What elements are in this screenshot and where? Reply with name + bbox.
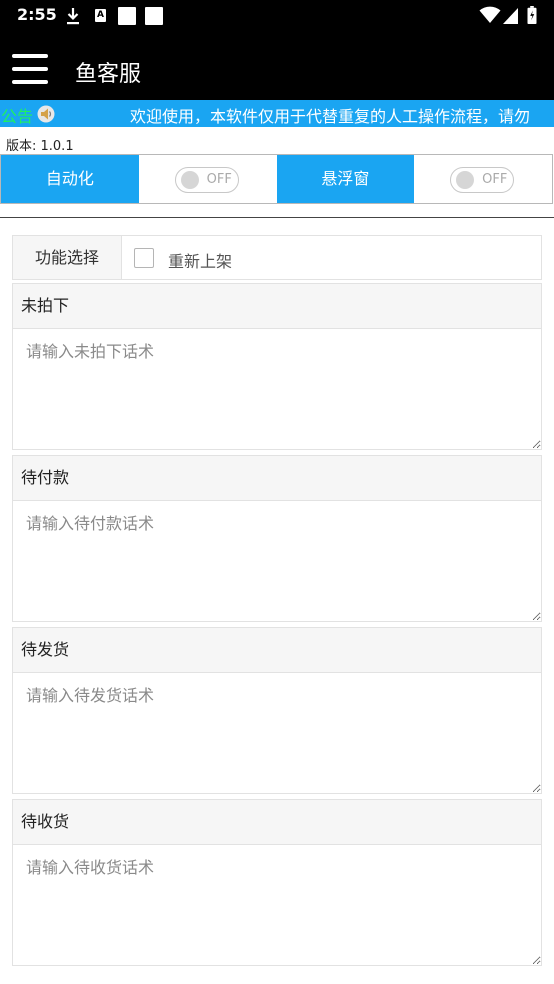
function-select-label: 功能选择 xyxy=(13,236,122,279)
function-select-row: 功能选择 重新上架 xyxy=(12,235,542,280)
divider xyxy=(0,217,554,218)
speaker-icon xyxy=(37,105,55,123)
floating-window-switch[interactable]: OFF xyxy=(450,167,515,193)
notice-label: 公告 xyxy=(1,107,34,126)
pending-shipment-script-input[interactable] xyxy=(13,673,541,793)
app-bar: 鱼客服 xyxy=(0,32,554,100)
wifi-icon xyxy=(479,6,501,23)
notice-bar: 公告 欢迎使用，本软件仅用于代替重复的人工操作流程，请勿 xyxy=(0,100,554,127)
notice-text: 欢迎使用，本软件仅用于代替重复的人工操作流程，请勿 xyxy=(130,107,531,126)
section-title: 待收货 xyxy=(13,800,541,845)
download-icon xyxy=(67,8,79,25)
switch-knob xyxy=(180,171,199,189)
automation-label: 自动化 xyxy=(1,155,139,203)
signal-icon xyxy=(503,8,518,24)
relist-checkbox[interactable] xyxy=(134,248,154,268)
section-title: 待付款 xyxy=(13,456,541,501)
section-pending-payment: 待付款 xyxy=(12,455,542,622)
switch-state: OFF xyxy=(206,172,232,187)
version-label: 版本: 1.0.1 xyxy=(6,139,74,154)
not-ordered-script-input[interactable] xyxy=(13,329,541,449)
switch-knob xyxy=(456,171,475,189)
status-time: 2:55 xyxy=(17,5,57,24)
status-bar: 2:55 A xyxy=(0,0,554,32)
floating-window-switch-cell: OFF xyxy=(414,155,552,203)
automation-switch-cell: OFF xyxy=(139,155,277,203)
floating-window-label: 悬浮窗 xyxy=(276,155,415,203)
relist-checkbox-label[interactable]: 重新上架 xyxy=(168,248,232,272)
switch-state: OFF xyxy=(482,172,508,187)
battery-icon xyxy=(527,6,537,24)
automation-switch[interactable]: OFF xyxy=(174,167,239,193)
pending-receipt-script-input[interactable] xyxy=(13,845,541,965)
section-not-ordered: 未拍下 xyxy=(12,283,542,450)
section-pending-receipt: 待收货 xyxy=(12,799,542,966)
section-title: 未拍下 xyxy=(13,284,541,329)
section-title: 待发货 xyxy=(13,628,541,673)
toggle-row: 自动化 OFF 悬浮窗 OFF xyxy=(0,154,553,204)
white-square-icon xyxy=(145,7,163,25)
a-box-icon: A xyxy=(95,9,106,22)
white-square-icon xyxy=(118,7,136,25)
hamburger-menu-icon[interactable] xyxy=(12,54,48,84)
app-title: 鱼客服 xyxy=(75,62,142,87)
pending-payment-script-input[interactable] xyxy=(13,501,541,621)
section-pending-shipment: 待发货 xyxy=(12,627,542,794)
